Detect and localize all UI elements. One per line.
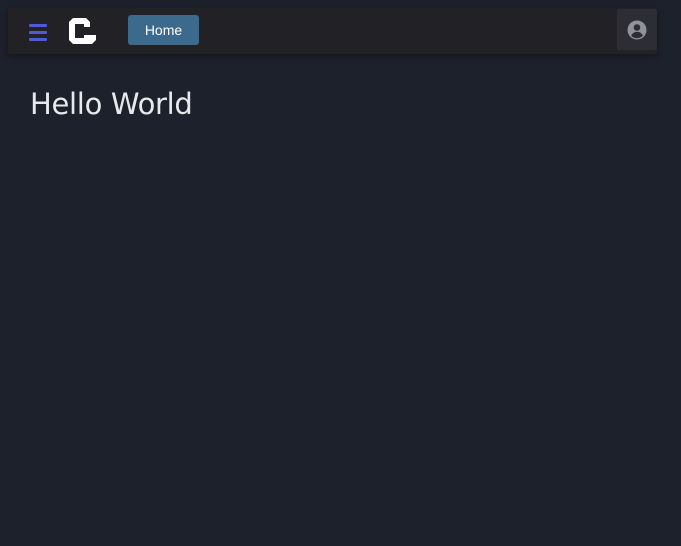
top-navbar: Home	[8, 8, 657, 54]
account-button[interactable]	[617, 9, 657, 50]
hamburger-menu-icon[interactable]	[28, 23, 48, 41]
brand-logo-icon[interactable]	[69, 18, 96, 44]
app-window: Home Hello World	[0, 0, 681, 546]
home-button[interactable]: Home	[128, 15, 199, 45]
page-title: Hello World	[30, 87, 193, 121]
account-circle-icon	[627, 20, 647, 40]
